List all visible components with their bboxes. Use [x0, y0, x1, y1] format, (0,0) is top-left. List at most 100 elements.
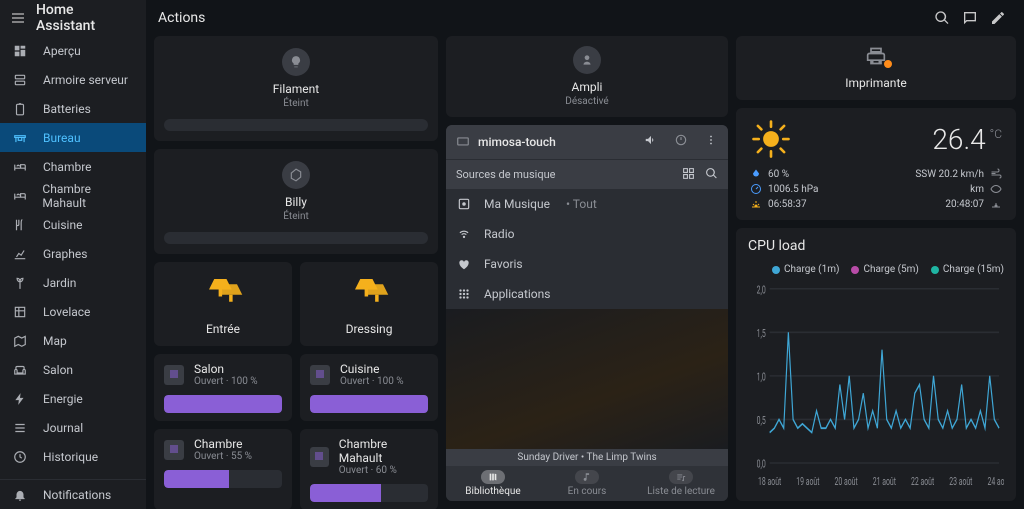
weather-card[interactable]: 26.4°C 60 % SSW 20.2 km/h 1006.5 hPa km …: [736, 108, 1016, 220]
sidebar-item-energie[interactable]: Energie: [0, 384, 146, 413]
grid-view-button[interactable]: [682, 167, 695, 183]
sidebar-item-salon[interactable]: Salon: [0, 355, 146, 384]
music-nav-ma-musique[interactable]: Ma Musique • Tout: [446, 189, 728, 219]
sidebar-item-label: Salon: [43, 363, 73, 377]
sidebar-item-chambre[interactable]: Chambre: [0, 152, 146, 181]
tab-playlist[interactable]: Liste de lecture: [634, 466, 728, 501]
radio-icon: [456, 227, 472, 241]
printer-card[interactable]: Imprimante: [736, 36, 1016, 100]
sidebar-item-jardin[interactable]: Jardin: [0, 268, 146, 297]
sidebar-item-label: Lovelace: [43, 305, 90, 319]
cover-slider[interactable]: [310, 484, 428, 502]
sidebar-item-cuisine[interactable]: Cuisine: [0, 210, 146, 239]
svg-text:23 août: 23 août: [949, 476, 972, 488]
scene-entree[interactable]: Entrée: [154, 262, 292, 346]
sunrise-icon: [750, 198, 762, 210]
music-nav-favoris[interactable]: Favoris: [446, 249, 728, 279]
cover-state: Ouvert · 55 %: [194, 451, 252, 462]
bed-icon: [12, 188, 27, 204]
power-button[interactable]: [674, 133, 688, 151]
distance: km: [970, 184, 984, 195]
sidebar-item-graphes[interactable]: Graphes: [0, 239, 146, 268]
app-title: Home Assistant: [36, 2, 136, 34]
music-nav-label: Ma Musique: [484, 197, 550, 211]
sidebar-item-journal[interactable]: Journal: [0, 413, 146, 442]
list-icon: [12, 420, 28, 436]
music-nav-sub: • Tout: [566, 197, 597, 211]
sidebar-item-batteries[interactable]: Batteries: [0, 94, 146, 123]
search-music-button[interactable]: [705, 167, 718, 183]
brightness-slider[interactable]: [164, 119, 428, 131]
svg-text:22 août: 22 août: [911, 476, 934, 488]
wind-icon: [990, 168, 1002, 180]
droplet-icon: [750, 168, 762, 180]
history-icon: [12, 449, 28, 465]
sidebar-item-label: Armoire serveur: [43, 73, 128, 87]
light-filament-card[interactable]: Filament Éteint: [154, 36, 438, 141]
window-icon: [12, 304, 28, 320]
ampli-state: Désactivé: [565, 96, 609, 107]
chart-icon: [12, 246, 28, 262]
cover-cuisine[interactable]: CuisineOuvert · 100 %: [300, 354, 438, 421]
scene-dressing[interactable]: Dressing: [300, 262, 438, 346]
apps-icon: [456, 287, 472, 301]
music-nav-applications[interactable]: Applications: [446, 279, 728, 309]
cover-chambre[interactable]: ChambreOuvert · 55 %: [154, 429, 292, 509]
music-body: [446, 309, 728, 449]
svg-text:1,0: 1,0: [757, 372, 766, 384]
brightness-slider[interactable]: [164, 232, 428, 244]
now-playing[interactable]: Sunday Driver • The Limp Twins: [446, 449, 728, 466]
sidebar-header[interactable]: Home Assistant: [0, 0, 146, 36]
desk-icon: [12, 130, 28, 146]
volume-button[interactable]: [644, 133, 658, 151]
cpu-card[interactable]: CPU load Charge (1m)Charge (5m)Charge (1…: [736, 228, 1016, 501]
blinds-icon: [310, 365, 330, 385]
bed-icon: [12, 159, 28, 175]
search-button[interactable]: [928, 4, 956, 32]
cover-name: Chambre Mahault: [339, 437, 428, 465]
sidebar-item-label: Energie: [43, 392, 83, 406]
scene-label: Entrée: [206, 322, 240, 336]
sidebar-item-label: Batteries: [43, 102, 91, 116]
sidebar-item-historique[interactable]: Historique: [0, 442, 146, 471]
sidebar-item-lovelace[interactable]: Lovelace: [0, 297, 146, 326]
legend-item: Charge (1m): [772, 264, 839, 275]
tab-library[interactable]: Bibliothèque: [446, 466, 540, 501]
wind: SSW 20.2 km/h: [915, 169, 984, 180]
server-icon: [12, 72, 28, 88]
humidity: 60 %: [768, 169, 789, 180]
cover-salon[interactable]: SalonOuvert · 100 %: [154, 354, 292, 421]
sidebar-item-armoire-serveur[interactable]: Armoire serveur: [0, 65, 146, 94]
tab-playing[interactable]: En cours: [540, 466, 634, 501]
music-nav-radio[interactable]: Radio: [446, 219, 728, 249]
cover-slider[interactable]: [164, 470, 282, 488]
sidebar-item-label: Bureau: [43, 131, 81, 145]
sidebar-notifications[interactable]: Notifications: [0, 480, 146, 509]
bulb-icon: [282, 48, 310, 76]
cpu-legend: Charge (1m)Charge (5m)Charge (15m): [748, 264, 1004, 275]
chat-button[interactable]: [956, 4, 984, 32]
cover-slider[interactable]: [310, 395, 428, 413]
sidebar-item-bureau[interactable]: Bureau: [0, 123, 146, 152]
library-icon: [456, 197, 472, 211]
sidebar: Home Assistant Aperçu Armoire serveur Batt…: [0, 0, 146, 509]
cover-chambre-mahault[interactable]: Chambre MahaultOuvert · 60 %: [300, 429, 438, 509]
sidebar-item-label: Historique: [43, 450, 98, 464]
sidebar-item-chambre-mahault[interactable]: Chambre Mahault: [0, 181, 146, 210]
sidebar-item-aperçu[interactable]: Aperçu: [0, 36, 146, 65]
printer-icon: [866, 46, 886, 66]
cover-slider[interactable]: [164, 395, 282, 413]
more-button[interactable]: [704, 133, 718, 151]
blinds-icon: [164, 440, 184, 460]
sidebar-item-map[interactable]: Map: [0, 326, 146, 355]
edit-button[interactable]: [984, 4, 1012, 32]
light-billy-card[interactable]: Billy Éteint: [154, 149, 438, 254]
gauge-icon: [750, 183, 762, 195]
svg-text:24 août: 24 août: [987, 476, 1004, 488]
music-device: mimosa-touch: [478, 135, 556, 149]
ampli-name: Ampli: [572, 80, 603, 94]
ampli-card[interactable]: Ampli Désactivé: [446, 36, 728, 117]
sunrise: 06:58:37: [768, 199, 807, 210]
light-state: Éteint: [283, 211, 308, 222]
cover-state: Ouvert · 100 %: [340, 376, 404, 387]
